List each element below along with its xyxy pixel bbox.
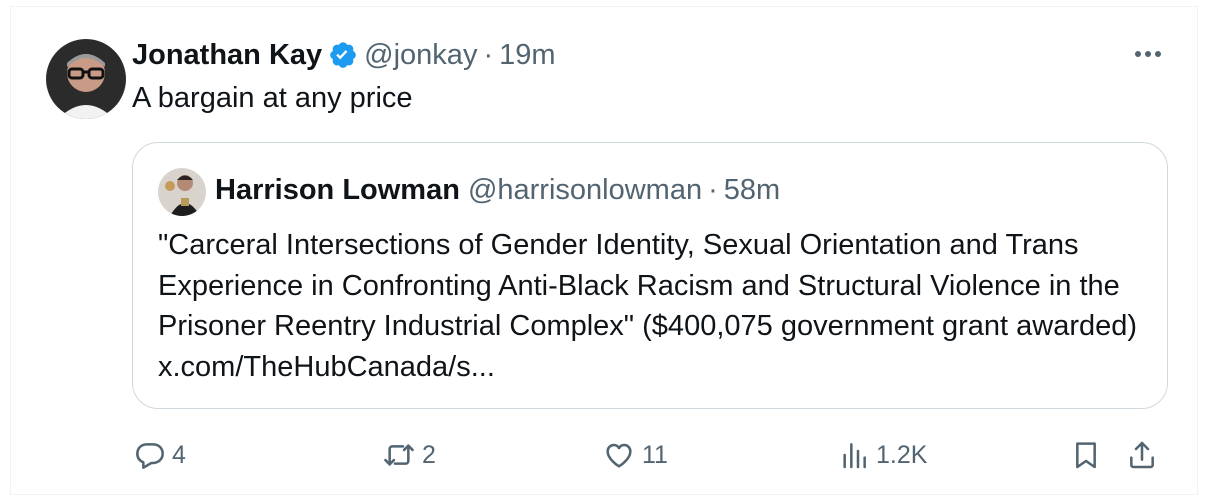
quote-time[interactable]: 58m: [724, 174, 780, 207]
quote-text: "Carceral Intersections of Gender Identi…: [158, 229, 1138, 383]
header-separator: ·: [483, 38, 494, 71]
reply-icon: [136, 443, 164, 469]
like-count: 11: [642, 440, 668, 469]
tweet-card[interactable]: Jonathan Kay @jonkay · 19m A bargain at …: [10, 6, 1198, 495]
author-name[interactable]: Jonathan Kay: [132, 39, 322, 72]
author-avatar[interactable]: [46, 39, 126, 119]
quoted-tweet[interactable]: Harrison Lowman @harrisonlowman · 58m "C…: [132, 142, 1168, 409]
heart-icon: [606, 443, 632, 468]
action-bar: 4 2 11 1.2K: [132, 433, 1172, 477]
quote-header: Harrison Lowman @harrisonlowman · 58m: [215, 170, 780, 210]
quote-author-name[interactable]: Harrison Lowman: [215, 174, 460, 207]
bookmark-icon: [1076, 442, 1096, 469]
quote-separator: ·: [708, 173, 718, 206]
share-icon: [1130, 441, 1154, 469]
repost-icon: [384, 444, 414, 466]
repost-button[interactable]: 2: [382, 433, 436, 477]
verified-badge-icon: [328, 40, 358, 70]
quote-author-avatar[interactable]: [158, 168, 206, 216]
view-count: 1.2K: [876, 440, 928, 469]
bookmark-button[interactable]: [1070, 433, 1102, 477]
author-handle[interactable]: @jonkay: [364, 39, 477, 72]
more-options-icon[interactable]: [1128, 39, 1168, 69]
post-header: Jonathan Kay @jonkay · 19m: [132, 35, 556, 75]
like-button[interactable]: 11: [602, 433, 668, 477]
repost-count: 2: [422, 440, 436, 469]
quote-author-handle[interactable]: @harrisonlowman: [468, 174, 702, 207]
views-icon: [843, 443, 866, 469]
reply-button[interactable]: 4: [134, 433, 186, 477]
post-text: A bargain at any price: [132, 82, 413, 114]
share-button[interactable]: [1126, 433, 1158, 477]
post-time[interactable]: 19m: [499, 39, 555, 72]
views-button[interactable]: 1.2K: [838, 433, 927, 477]
reply-count: 4: [172, 440, 186, 469]
